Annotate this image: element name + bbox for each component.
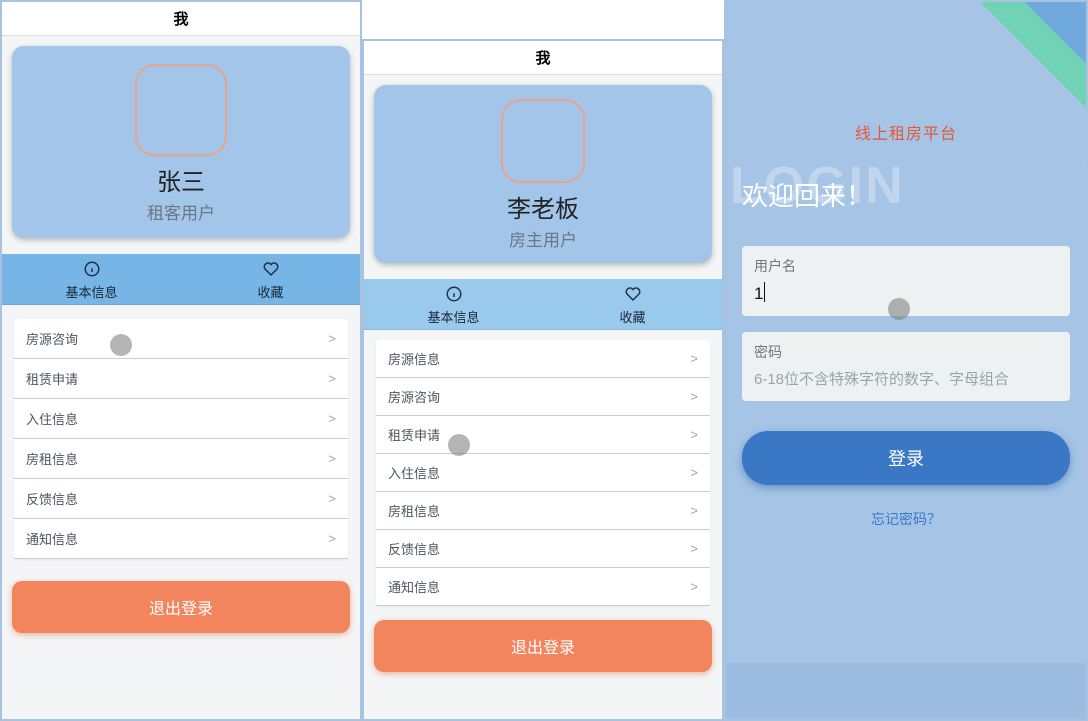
list-item[interactable]: 入住信息 >	[376, 454, 710, 492]
forgot-password-link[interactable]: 忘记密码？	[742, 509, 1070, 529]
list-item[interactable]: 租赁申请 >	[376, 416, 710, 454]
chevron-right-icon: >	[690, 541, 698, 556]
heart-icon	[624, 285, 642, 306]
chevron-right-icon: >	[328, 371, 336, 386]
login-form: 用户名 1 密码 6-18位不含特殊字符的数字、字母组合 登录 忘记密码？	[742, 246, 1070, 529]
password-field[interactable]: 密码 6-18位不含特殊字符的数字、字母组合	[742, 332, 1070, 401]
quick-basic-info[interactable]: 基本信息	[2, 254, 181, 305]
chevron-right-icon: >	[328, 451, 336, 466]
info-icon	[83, 260, 101, 281]
avatar[interactable]	[501, 99, 585, 183]
login-panel: 线上租房平台 LOGIN 欢迎回来！ 用户名 1 密码 6-18位不含特殊字符的…	[724, 0, 1088, 721]
list-item-label: 租赁申请	[388, 425, 440, 444]
chevron-right-icon: >	[690, 503, 698, 518]
footer-accent	[726, 629, 1086, 719]
login-button[interactable]: 登录	[742, 431, 1070, 485]
chevron-right-icon: >	[690, 465, 698, 480]
profile-panel-tenant: 我 张三 租客用户 基本信息 收藏 房源咨询 > 租赁申请 > 入住信息	[0, 0, 362, 721]
logout-button[interactable]: 退出登录	[374, 620, 712, 672]
user-role: 租客用户	[147, 199, 215, 224]
text-caret	[764, 282, 765, 302]
quick-label: 基本信息	[427, 307, 479, 326]
chevron-right-icon: >	[690, 389, 698, 404]
welcome-text: 欢迎回来！	[742, 176, 872, 213]
quick-favorites[interactable]: 收藏	[543, 279, 722, 330]
list-item[interactable]: 入住信息 >	[14, 399, 348, 439]
user-role: 房主用户	[509, 226, 577, 251]
list-item[interactable]: 房源咨询 >	[376, 378, 710, 416]
quick-actions: 基本信息 收藏	[364, 279, 722, 330]
list-item-label: 入住信息	[26, 409, 78, 428]
quick-actions: 基本信息 收藏	[2, 254, 360, 305]
list-item-label: 房租信息	[388, 501, 440, 520]
info-icon	[445, 285, 463, 306]
list-item[interactable]: 反馈信息 >	[376, 530, 710, 568]
quick-label: 基本信息	[65, 282, 117, 301]
list-item-label: 入住信息	[388, 463, 440, 482]
quick-label: 收藏	[257, 282, 283, 301]
logout-button[interactable]: 退出登录	[12, 581, 350, 633]
list-item-label: 房租信息	[26, 449, 78, 468]
chevron-right-icon: >	[690, 427, 698, 442]
list-item-label: 通知信息	[388, 577, 440, 596]
password-label: 密码	[754, 342, 1058, 362]
avatar[interactable]	[135, 64, 227, 156]
list-item-label: 房源咨询	[388, 387, 440, 406]
username-field[interactable]: 用户名 1	[742, 246, 1070, 316]
brand-title: 线上租房平台	[726, 120, 1086, 144]
chevron-right-icon: >	[690, 351, 698, 366]
chevron-right-icon: >	[690, 579, 698, 594]
user-name: 张三	[157, 162, 205, 197]
list-item[interactable]: 通知信息 >	[376, 568, 710, 606]
list-item-label: 房源咨询	[26, 329, 78, 348]
profile-panel-landlord: 我 李老板 房主用户 基本信息 收藏 房源信息 > 房源咨询 > 租赁申	[362, 39, 724, 721]
username-label: 用户名	[754, 256, 1058, 276]
list-item[interactable]: 房源咨询 >	[14, 319, 348, 359]
list-item-label: 通知信息	[26, 529, 78, 548]
page-title: 我	[364, 41, 722, 75]
list-item-label: 反馈信息	[388, 539, 440, 558]
list-item-label: 房源信息	[388, 349, 440, 368]
profile-card: 张三 租客用户	[12, 46, 350, 238]
menu-list: 房源咨询 > 租赁申请 > 入住信息 > 房租信息 > 反馈信息 > 通知信息 …	[14, 319, 348, 559]
quick-label: 收藏	[619, 307, 645, 326]
quick-favorites[interactable]: 收藏	[181, 254, 360, 305]
list-item[interactable]: 租赁申请 >	[14, 359, 348, 399]
menu-list: 房源信息 > 房源咨询 > 租赁申请 > 入住信息 > 房租信息 > 反馈信息 …	[376, 340, 710, 606]
chevron-right-icon: >	[328, 331, 336, 346]
page-title: 我	[2, 2, 360, 36]
heart-icon	[262, 260, 280, 281]
chevron-right-icon: >	[328, 491, 336, 506]
list-item[interactable]: 房租信息 >	[14, 439, 348, 479]
password-input[interactable]: 6-18位不含特殊字符的数字、字母组合	[754, 368, 1058, 389]
chevron-right-icon: >	[328, 531, 336, 546]
username-input[interactable]: 1	[754, 282, 1058, 304]
list-item[interactable]: 房源信息 >	[376, 340, 710, 378]
list-item[interactable]: 房租信息 >	[376, 492, 710, 530]
list-item-label: 反馈信息	[26, 489, 78, 508]
list-item[interactable]: 通知信息 >	[14, 519, 348, 559]
quick-basic-info[interactable]: 基本信息	[364, 279, 543, 330]
chevron-right-icon: >	[328, 411, 336, 426]
list-item[interactable]: 反馈信息 >	[14, 479, 348, 519]
list-item-label: 租赁申请	[26, 369, 78, 388]
user-name: 李老板	[507, 189, 579, 224]
profile-card: 李老板 房主用户	[374, 85, 712, 263]
